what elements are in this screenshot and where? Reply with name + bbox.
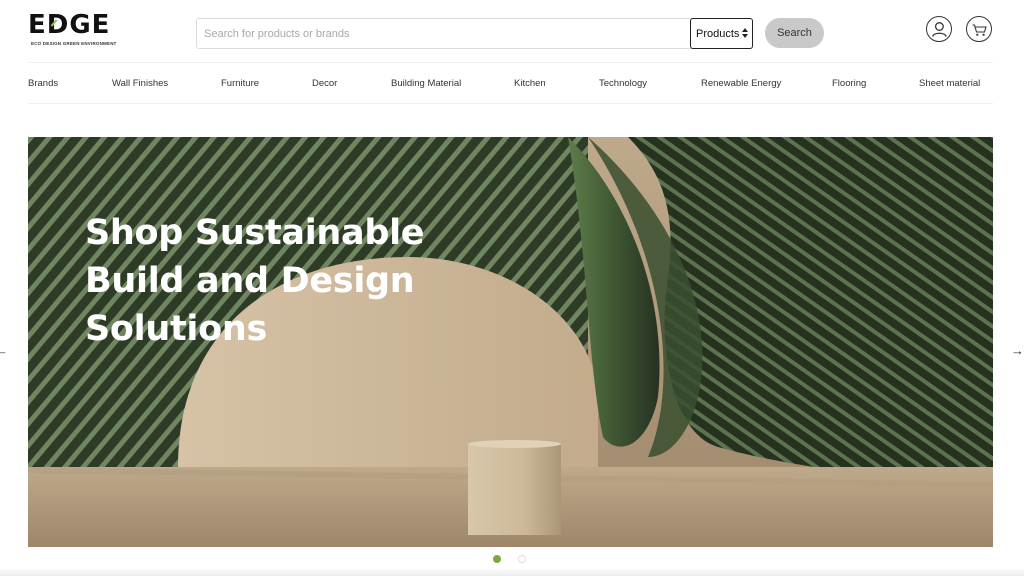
category-nav: Brands Wall Finishes Furniture Decor Bui…: [28, 62, 993, 104]
category-select-value: Products: [696, 27, 740, 40]
hero-title: Shop Sustainable Build and Design Soluti…: [85, 209, 445, 353]
nav-item-renewable-energy[interactable]: Renewable Energy: [701, 78, 781, 89]
logo-tagline: ECO DESIGN GREEN ENVIRONMENT: [31, 41, 117, 46]
logo-wordmark: EDGE: [28, 10, 111, 40]
account-button[interactable]: [926, 16, 952, 42]
nav-item-flooring[interactable]: Flooring: [832, 78, 866, 89]
hero-title-line: Shop Sustainable: [85, 213, 425, 253]
hero-banner[interactable]: Shop Sustainable Build and Design Soluti…: [28, 137, 993, 547]
category-select[interactable]: Products: [690, 18, 753, 49]
carousel-prev-arrow-icon[interactable]: ←: [0, 343, 8, 358]
nav-item-building-material[interactable]: Building Material: [391, 78, 461, 89]
page-bottom-shadow: [0, 568, 1024, 576]
nav-item-brands[interactable]: Brands: [28, 78, 58, 89]
select-arrows-icon: [742, 28, 748, 40]
nav-item-sheet-material[interactable]: Sheet material: [919, 78, 980, 89]
search-button[interactable]: Search: [765, 18, 824, 48]
carousel-dot-active[interactable]: [493, 555, 501, 563]
carousel-next-arrow-icon[interactable]: →: [1011, 343, 1024, 358]
nav-item-decor[interactable]: Decor: [312, 78, 337, 89]
edge-logo[interactable]: EDGE ECO DESIGN GREEN ENVIRONMENT: [28, 10, 116, 52]
nav-item-kitchen[interactable]: Kitchen: [514, 78, 546, 89]
nav-item-wall-finishes[interactable]: Wall Finishes: [112, 78, 168, 89]
nav-item-technology[interactable]: Technology: [599, 78, 647, 89]
search-bar: Products: [196, 18, 753, 49]
nav-item-furniture[interactable]: Furniture: [221, 78, 259, 89]
user-icon: [931, 22, 947, 37]
cart-button[interactable]: [966, 16, 992, 42]
search-input[interactable]: [197, 19, 689, 48]
cart-icon: [972, 24, 987, 36]
carousel-dot[interactable]: [518, 555, 526, 563]
site-header: EDGE ECO DESIGN GREEN ENVIRONMENT Produc…: [0, 0, 1024, 62]
carousel-dots: [493, 555, 533, 565]
hero-title-line: Build and Design: [85, 261, 415, 301]
hero-title-line: Solutions: [85, 309, 267, 349]
